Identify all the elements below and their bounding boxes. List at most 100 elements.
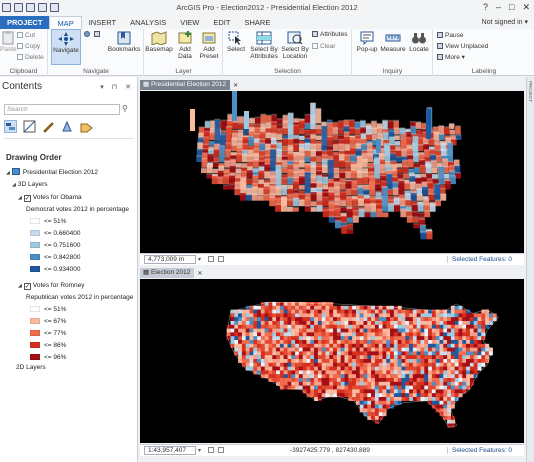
3d-county-columns (190, 79, 462, 240)
close-view-icon[interactable]: ✕ (197, 270, 202, 277)
scale-field[interactable]: 1:43,957,407 (144, 446, 196, 455)
paste-label: Paste (0, 46, 17, 53)
copy-button[interactable]: Copy (17, 43, 40, 51)
paste-icon (2, 31, 14, 45)
clipboard-group: Paste Cut Copy Delete Clipboard (0, 29, 48, 76)
list-by-labeling-icon[interactable] (80, 120, 93, 133)
navigate-button[interactable]: Navigate (51, 29, 81, 65)
collapse-icon[interactable]: ◢ (18, 195, 22, 201)
back-button[interactable] (84, 43, 92, 51)
copy-icon (17, 43, 23, 49)
scale-dropdown-icon[interactable]: ▾ (198, 447, 201, 454)
add-preset-button[interactable]: Add Preset (197, 31, 221, 60)
fixed-zoom-button[interactable] (94, 31, 102, 39)
us-county-choropleth (226, 301, 499, 428)
3d-scene-icon: ▦ (143, 81, 151, 88)
pause-button[interactable]: Pause (437, 32, 463, 40)
attributes-button[interactable]: Attributes (312, 31, 347, 39)
map-icon (11, 168, 20, 175)
measure-label: Measure (380, 46, 406, 53)
bookmarks-button[interactable]: Bookmarks (107, 31, 141, 53)
tab-election-2012[interactable]: ▦ Election 2012 ✕ (140, 268, 260, 278)
pause-drawing-icon[interactable] (218, 256, 224, 262)
view-tab-label[interactable]: ▦ Presidential Election 2012 (140, 80, 231, 90)
measure-button[interactable]: Measure (380, 31, 406, 53)
tab-insert[interactable]: INSERT (82, 16, 123, 29)
view-unplaced-button[interactable]: View Unplaced (437, 43, 488, 51)
collapse-icon[interactable]: ◢ (18, 283, 22, 289)
side-panel-strip[interactable]: PROJECT (526, 77, 534, 462)
cut-button[interactable]: Cut (17, 32, 35, 40)
tab-presidential-election-2012[interactable]: ▦ Presidential Election 2012 ✕ (140, 80, 260, 90)
close-button[interactable]: ✕ (522, 2, 530, 13)
list-by-source-icon[interactable] (23, 120, 36, 133)
collapse-icon[interactable]: ◢ (12, 182, 16, 188)
more-labeling-button[interactable]: More ▾ (437, 54, 465, 62)
3d-scene-canvas[interactable] (140, 79, 524, 253)
basemap-button[interactable]: Basemap (145, 31, 173, 53)
select-by-location-button[interactable]: Select By Location (280, 31, 310, 60)
coordinate-readout: -3927425.779 , 827430.889 (290, 447, 370, 454)
legend-class-label: <= 96% (44, 354, 67, 361)
add-data-button[interactable]: Add Data (173, 31, 197, 60)
location-select-icon (287, 31, 303, 45)
help-button[interactable]: ? (483, 2, 488, 13)
group-3d-layers[interactable]: ◢ 3D Layers (12, 181, 47, 188)
2d-map-canvas[interactable] (140, 279, 524, 443)
map-name: Presidential Election 2012 (22, 169, 99, 176)
full-extent-button[interactable] (84, 31, 92, 39)
legend-swatch (30, 330, 40, 336)
layer-votes-romney[interactable]: ◢ ✓ Votes for Romney (18, 282, 85, 290)
select-by-attributes-button[interactable]: Select By Attributes (249, 31, 279, 60)
scale-field[interactable]: 4,773,009 m (144, 255, 196, 264)
grid-icon[interactable] (208, 256, 214, 262)
visibility-checkbox[interactable]: ✓ (23, 195, 31, 202)
navigate-icon (58, 32, 74, 46)
close-view-icon[interactable]: ✕ (233, 82, 238, 89)
visibility-checkbox[interactable]: ✓ (23, 283, 31, 290)
group-2d-layers[interactable]: 2D Layers (16, 364, 46, 371)
select-button[interactable]: Select (224, 31, 248, 53)
paste-button[interactable]: Paste (0, 31, 17, 53)
add-preset-label: Add Preset (199, 46, 219, 60)
minimize-button[interactable]: – (496, 2, 501, 13)
list-by-snapping-icon[interactable] (61, 120, 74, 133)
list-by-drawing-order-icon[interactable] (4, 120, 17, 133)
user-status[interactable]: Not signed in ▾ (482, 16, 528, 29)
view-presidential-election: ▦ Presidential Election 2012 ✕ 4,773,009… (140, 79, 524, 266)
tab-analysis[interactable]: ANALYSIS (123, 16, 173, 29)
tab-map[interactable]: MAP (49, 16, 82, 29)
map-node[interactable]: ◢ Presidential Election 2012 (6, 168, 98, 176)
legend-swatch (30, 306, 40, 312)
tab-view[interactable]: VIEW (173, 16, 206, 29)
tab-edit[interactable]: EDIT (206, 16, 237, 29)
tall-county-column (232, 79, 237, 121)
grid-icon[interactable] (208, 447, 214, 453)
tab-share[interactable]: SHARE (237, 16, 277, 29)
locate-button[interactable]: Locate (407, 31, 431, 53)
maximize-button[interactable]: □ (509, 2, 514, 13)
legend-class-label: <= 51% (44, 218, 67, 225)
legend-class-label: <= 0.842800 (44, 254, 81, 261)
view-tab-label[interactable]: ▦ Election 2012 (140, 268, 195, 278)
pause-drawing-icon[interactable] (218, 447, 224, 453)
pane-controls[interactable]: ▾ ⊓ ✕ (100, 83, 134, 91)
search-icon[interactable]: ⚲ (122, 104, 128, 113)
search-input[interactable]: Search (4, 104, 120, 115)
add-preset-icon (202, 32, 216, 44)
list-by-editing-icon[interactable] (42, 120, 55, 133)
popup-button[interactable]: Pop-up (355, 31, 379, 53)
clear-button[interactable]: Clear (312, 43, 336, 51)
delete-button[interactable]: Delete (17, 54, 44, 62)
scale-dropdown-icon[interactable]: ▾ (198, 256, 201, 263)
more-label: More ▾ (445, 54, 465, 61)
collapse-icon[interactable]: ◢ (6, 170, 10, 176)
view-tab-title: Election 2012 (150, 269, 191, 276)
selected-features: Selected Features: 0 (447, 447, 512, 454)
legend-class: <= 0.751600 (30, 242, 81, 249)
tab-project[interactable]: PROJECT (0, 16, 50, 29)
layer-votes-obama[interactable]: ◢ ✓ Votes for Obama (18, 194, 82, 202)
measure-icon (385, 34, 401, 42)
delete-label: Delete (25, 54, 44, 61)
tall-county-column (376, 139, 381, 153)
